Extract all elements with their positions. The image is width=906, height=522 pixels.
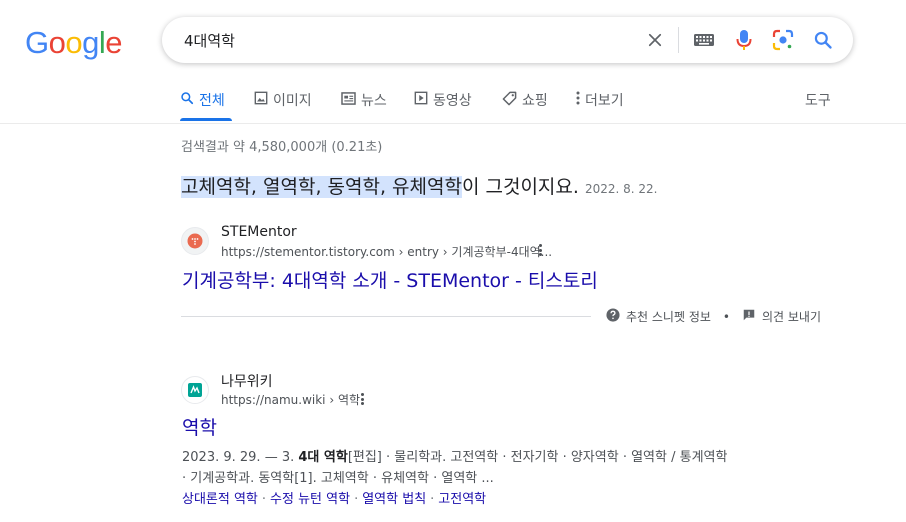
footer-separator: •	[722, 309, 730, 324]
about-snippet-link[interactable]: 추천 스니펫 정보	[626, 308, 711, 325]
search-input[interactable]: 4대역학	[184, 30, 235, 51]
stementor-favicon[interactable]	[181, 227, 209, 255]
sitelink[interactable]: 수정 뉴턴 역학	[270, 492, 350, 507]
site-url[interactable]: https://stementor.tistory.com › entry › …	[221, 243, 552, 260]
header-divider	[0, 123, 906, 124]
result-title-link[interactable]: 역학	[182, 413, 217, 440]
desc-text: [편집] · 물리학과. 고전역학 · 전자기학 · 양자역학 · 열역학 / …	[347, 450, 728, 465]
active-tab-indicator	[180, 118, 232, 121]
tab-label: 전체	[199, 93, 225, 109]
tab-more[interactable]: 더보기	[576, 90, 624, 110]
tab-label: 이미지	[273, 93, 312, 109]
featured-snippet-text: 고체역학, 열역학, 동역학, 유체역학이 그것이지요. 2022. 8. 22.	[181, 174, 657, 202]
site-name[interactable]: STEMentor	[221, 224, 297, 240]
result-stats: 검색결과 약 4,580,000개 (0.21초)	[181, 140, 383, 155]
tab-images[interactable]: 이미지	[254, 90, 312, 110]
feedback-icon[interactable]	[742, 308, 756, 325]
news-icon	[341, 91, 356, 109]
lens-icon[interactable]	[771, 28, 795, 52]
logo-letter: G	[25, 25, 49, 60]
more-icon	[576, 91, 580, 109]
snippet-date: 2022. 8. 22.	[584, 182, 658, 196]
video-icon	[414, 91, 428, 109]
site-name[interactable]: 나무위키	[221, 371, 273, 391]
tab-videos[interactable]: 동영상	[414, 90, 472, 110]
google-logo[interactable]: Google	[25, 25, 123, 61]
result-description-line2: · 기계공학과. 동역학[1]. 고체역학 · 유체역학 · 열역학 ...	[182, 471, 494, 486]
search-divider	[678, 27, 679, 53]
tab-shopping[interactable]: 쇼핑	[502, 90, 548, 110]
desc-date: 2023. 9. 29. — 3.	[182, 450, 299, 465]
logo-letter: e	[105, 25, 123, 60]
logo-letter: o	[65, 25, 83, 60]
image-icon	[254, 91, 268, 109]
logo-letter: o	[48, 25, 66, 60]
tools-button[interactable]: 도구	[805, 90, 831, 110]
more-options-icon[interactable]	[356, 391, 368, 407]
sitelink[interactable]: 고전역학	[438, 492, 486, 507]
tab-label: 뉴스	[361, 93, 387, 109]
desc-bold: 4대 역학	[298, 450, 348, 465]
namuwiki-favicon[interactable]	[181, 376, 209, 404]
tab-label: 쇼핑	[522, 93, 548, 109]
sitelinks: 상대론적 역학 · 수정 뉴턴 역학 · 열역학 법칙 · 고전역학	[182, 488, 486, 507]
sitelink-separator: ·	[430, 492, 435, 507]
snippet-footer-divider	[181, 316, 591, 317]
search-box[interactable]: 4대역학	[162, 17, 853, 63]
mic-icon[interactable]	[732, 28, 756, 52]
snippet-highlight: 고체역학, 열역학, 동역학, 유체역학	[181, 176, 462, 198]
result-description: 2023. 9. 29. — 3. 4대 역학[편집] · 물리학과. 고전역학…	[182, 446, 727, 465]
snippet-footer: 추천 스니펫 정보 • 의견 보내기	[606, 308, 821, 325]
tab-news[interactable]: 뉴스	[341, 90, 387, 110]
site-url[interactable]: https://namu.wiki › 역학	[221, 391, 360, 408]
logo-letter: g	[82, 25, 99, 60]
close-icon[interactable]	[643, 28, 667, 52]
tag-icon	[502, 91, 517, 110]
more-options-icon[interactable]	[534, 242, 546, 258]
feedback-link[interactable]: 의견 보내기	[762, 308, 821, 325]
sitelink[interactable]: 열역학 법칙	[362, 492, 426, 507]
keyboard-icon[interactable]	[692, 28, 716, 52]
sitelink[interactable]: 상대론적 역학	[182, 492, 258, 507]
sitelink-separator: ·	[261, 492, 267, 507]
tab-all[interactable]: 전체	[180, 90, 225, 110]
sitelink-separator: ·	[354, 492, 359, 507]
tab-label: 동영상	[433, 93, 472, 109]
result-title-link[interactable]: 기계공학부: 4대역학 소개 - STEMentor - 티스토리	[182, 266, 598, 293]
search-icon[interactable]	[811, 28, 835, 52]
search-icon	[180, 91, 194, 109]
tab-label: 더보기	[585, 93, 624, 109]
help-icon[interactable]	[606, 308, 620, 325]
snippet-rest: 이 그것이지요.	[461, 176, 579, 198]
